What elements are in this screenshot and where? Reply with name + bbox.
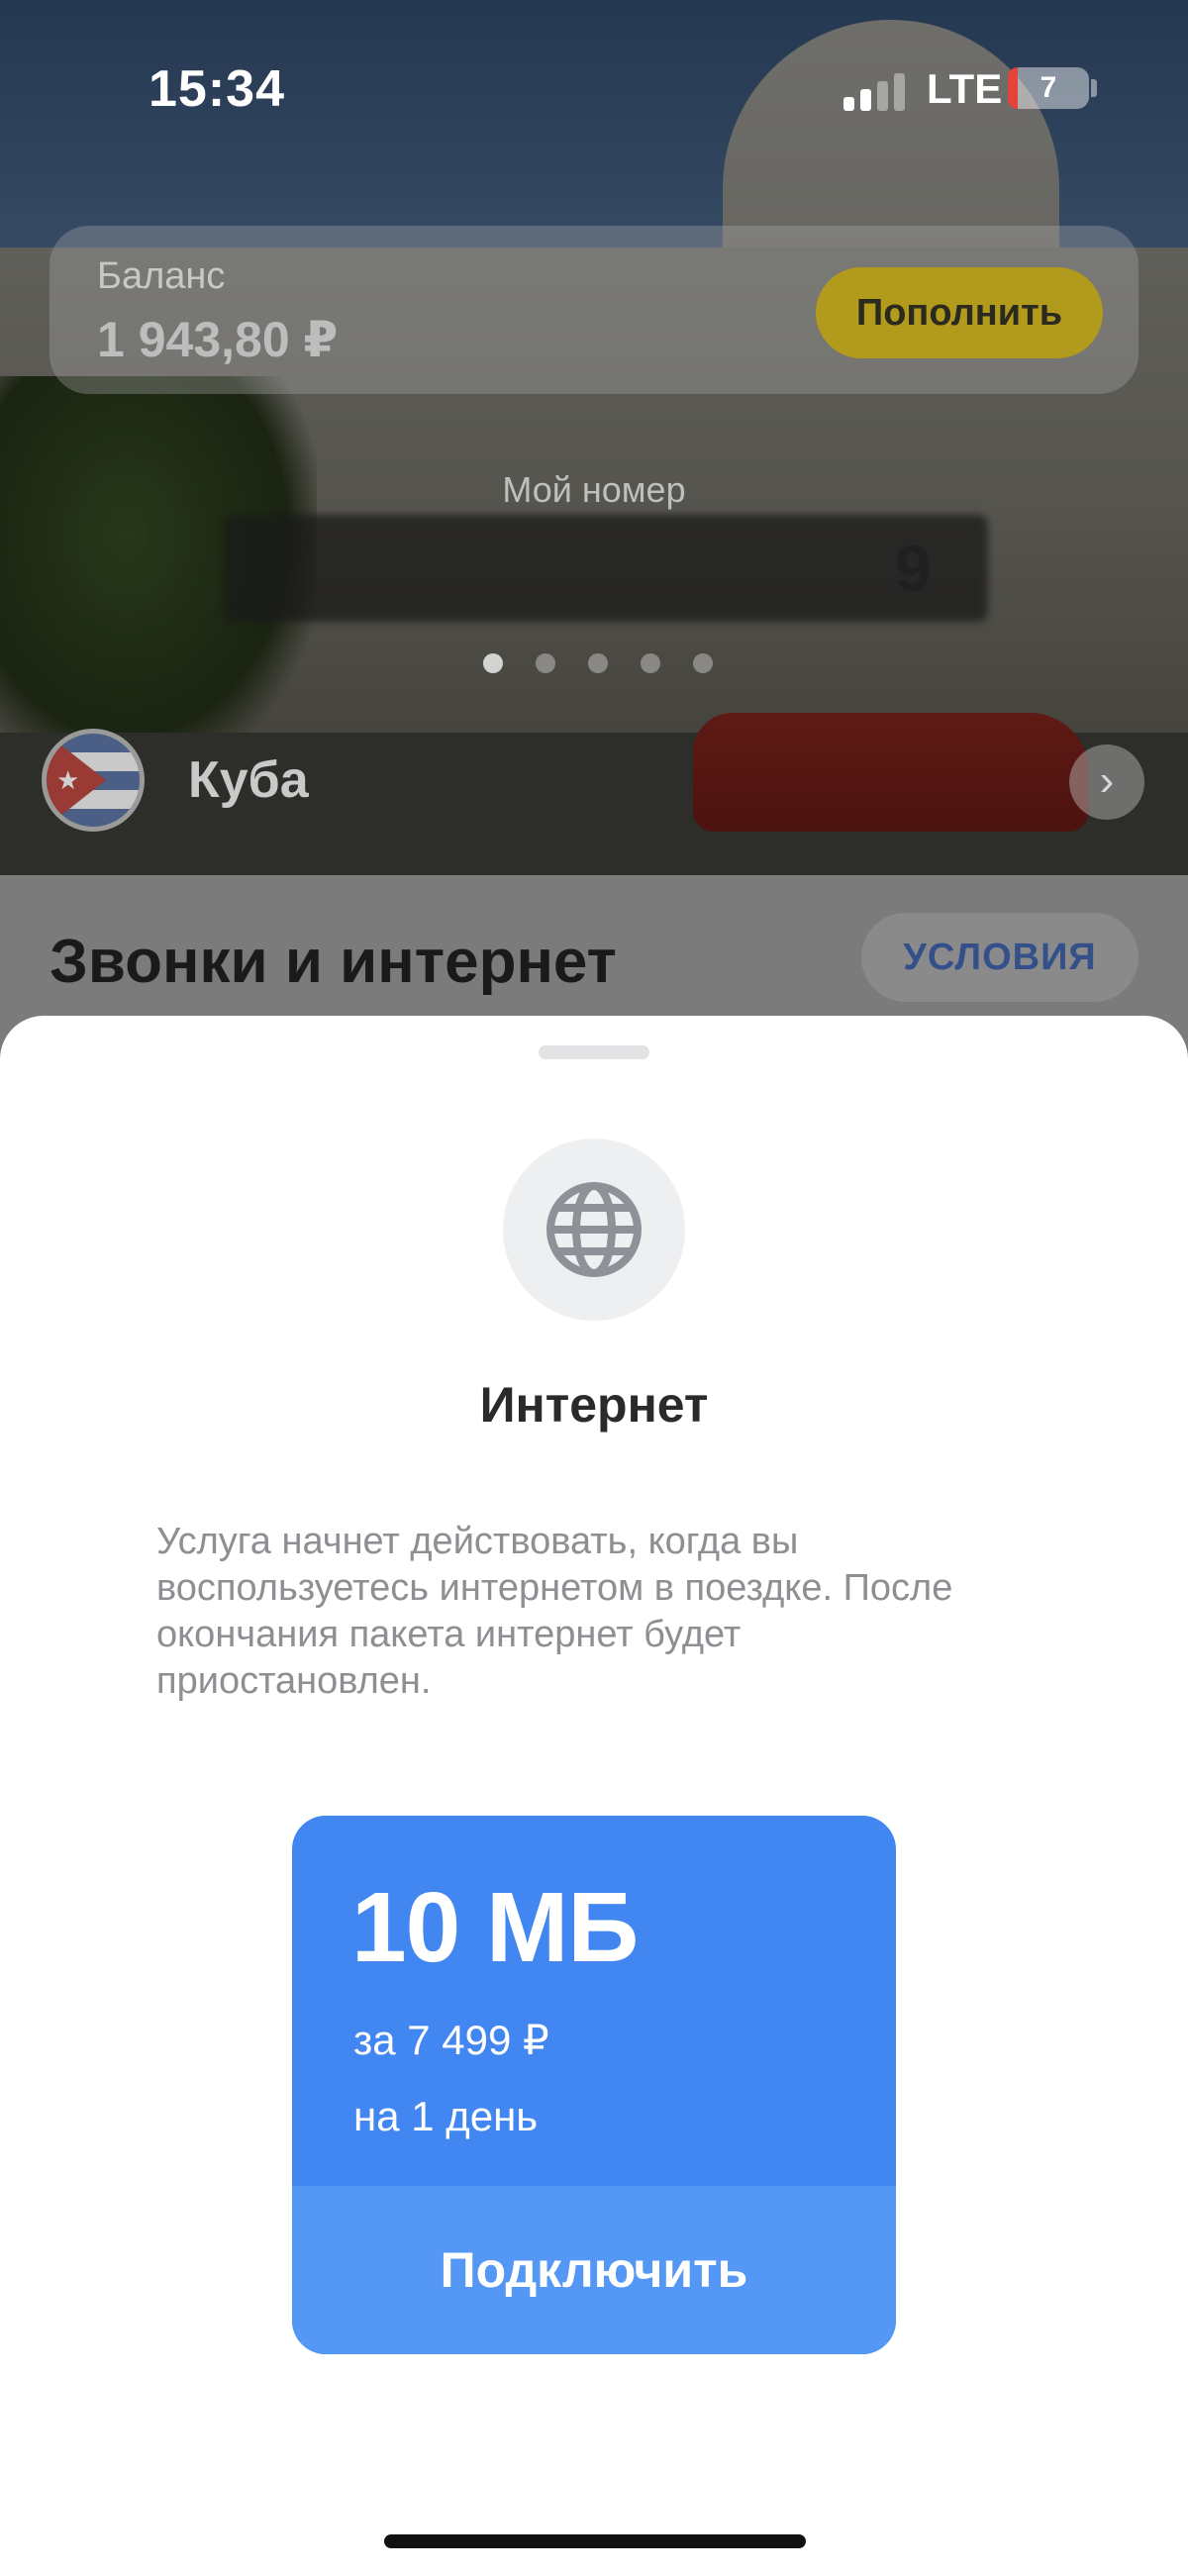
carousel-page-indicator — [483, 653, 745, 673]
internet-bottom-sheet: Интернет Услуга начнет действовать, когд… — [0, 1016, 1188, 2576]
battery-level: 7 — [1040, 71, 1057, 104]
tariff-volume: 10 МБ — [351, 1872, 639, 1983]
page-dot — [483, 653, 503, 673]
chevron-right-icon[interactable]: › — [1069, 744, 1144, 820]
status-time: 15:34 — [148, 60, 285, 118]
page-dot — [588, 653, 608, 673]
tariff-period: на 1 день — [353, 2093, 539, 2139]
page-dot — [641, 653, 660, 673]
globe-icon — [546, 1182, 642, 1277]
cuba-flag-icon: ★ — [42, 729, 145, 832]
home-indicator[interactable] — [384, 2534, 806, 2548]
country-selector[interactable]: ★ Куба — [42, 729, 309, 832]
balance-card: Баланс 1 943,80 ₽ Пополнить — [50, 226, 1138, 394]
tariff-price: за 7 499 ₽ — [353, 2017, 549, 2063]
battery-icon: 7 — [1008, 67, 1089, 109]
connect-button[interactable]: Подключить — [292, 2186, 896, 2354]
sheet-description: Услуга начнет действовать, когда вы восп… — [156, 1521, 953, 1702]
country-name: Куба — [188, 751, 309, 809]
network-type: LTE — [927, 65, 1003, 112]
globe-icon-container — [503, 1139, 685, 1321]
star-icon: ★ — [56, 765, 80, 795]
balance-value: 1 943,80 ₽ — [97, 312, 339, 367]
page-dot — [536, 653, 555, 673]
status-bar: 15:34 LTE 7 — [0, 0, 1188, 178]
sheet-grabber[interactable] — [539, 1045, 649, 1059]
balance-label: Баланс — [97, 255, 226, 297]
page-dot — [693, 653, 713, 673]
phone-number-visible-tail: 9 — [895, 532, 932, 605]
calls-internet-section: Звонки и интернет УСЛОВИЯ — [0, 875, 1188, 1034]
my-number-label: Мой номер — [502, 469, 686, 510]
battery-tip — [1091, 79, 1097, 97]
tariff-card: 10 МБ за 7 499 ₽ на 1 день Подключить — [292, 1816, 896, 2354]
phone-number-redacted — [224, 515, 988, 622]
terms-button[interactable]: УСЛОВИЯ — [861, 913, 1138, 1002]
sheet-title: Интернет — [479, 1377, 709, 1433]
signal-strength-icon — [843, 71, 907, 111]
topup-button[interactable]: Пополнить — [816, 267, 1103, 358]
section-title: Звонки и интернет — [50, 928, 617, 996]
